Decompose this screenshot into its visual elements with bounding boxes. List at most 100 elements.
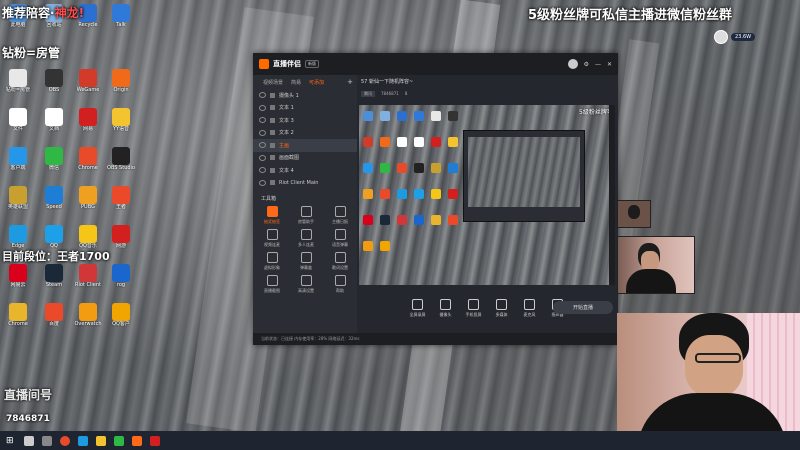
close-icon[interactable]: ✕ [607, 61, 612, 68]
desktop-icon[interactable]: Speed [40, 186, 68, 210]
tool-button[interactable]: 房管助手 [289, 206, 323, 225]
eye-icon[interactable] [259, 129, 266, 136]
eye-icon[interactable] [259, 117, 266, 124]
desktop-icon[interactable]: 英雄联盟 [4, 186, 32, 210]
app-icon [45, 225, 63, 243]
minimize-icon[interactable]: — [595, 61, 601, 68]
add-source-icon[interactable]: + [347, 78, 353, 86]
user-avatar[interactable] [567, 59, 578, 69]
source-item[interactable]: 文本 2 [253, 127, 357, 140]
desktop-icon[interactable]: 文件 [4, 108, 32, 132]
tool-button[interactable]: 主播日报 [323, 206, 357, 225]
desktop-icon[interactable]: 网易 [74, 108, 102, 132]
chrome-taskbar-icon[interactable] [59, 435, 70, 446]
desktop-icon[interactable]: Origin [107, 69, 135, 93]
desktop-icon[interactable]: Steam [40, 264, 68, 288]
tool-button[interactable]: 歌词设置 [323, 252, 357, 271]
eye-icon[interactable] [259, 179, 266, 186]
category-badge[interactable]: 腾讯 [361, 91, 375, 97]
desktop-icon[interactable]: Talk [107, 4, 135, 28]
desktop-icon-label: Chrome [78, 165, 98, 171]
desktop-icon[interactable]: 微信 [40, 147, 68, 171]
desktop-icon[interactable]: 钻粉=房管 [4, 69, 32, 93]
app-icon [45, 303, 63, 321]
wechat-taskbar-icon[interactable] [113, 435, 124, 446]
desktop-icon[interactable]: Chrome [74, 147, 102, 171]
source-item[interactable]: 摄像头 1 [253, 89, 357, 102]
eye-icon[interactable] [259, 92, 266, 99]
source-toolbar-button[interactable]: 多媒体 [488, 298, 516, 318]
live-app-taskbar-icon[interactable] [131, 435, 142, 446]
desktop-icon[interactable]: rog [107, 264, 135, 288]
source-item[interactable]: 画面截图 [253, 152, 357, 165]
tool-button[interactable]: 帮助 [323, 275, 357, 294]
tool-button[interactable]: 直播截图 [255, 275, 289, 294]
source-type-icon [270, 117, 275, 123]
desktop-icon[interactable]: QQ [40, 225, 68, 249]
desktop-icon[interactable]: WeGame [74, 69, 102, 93]
source-item[interactable]: Riot Client Main [253, 177, 357, 190]
desktop-icon-label: WeGame [76, 87, 100, 93]
source-item[interactable]: 文本 4 [253, 164, 357, 177]
live-companion-window[interactable]: 直播伴侣 新版 ⚙ — ✕ 视频场景 简易 可添加 + 摄像头 1 文本 1 文本 … [253, 53, 618, 345]
tab-add[interactable]: 可添加 [309, 79, 324, 86]
edge-taskbar-icon[interactable] [77, 435, 88, 446]
eye-icon[interactable] [259, 167, 266, 174]
eye-icon[interactable] [259, 104, 266, 111]
desktop-icon[interactable]: Riot Client [74, 264, 102, 288]
desktop-icon[interactable]: Edge [4, 225, 32, 249]
tool-button[interactable]: 弹幕盒 [289, 252, 323, 271]
settings-icon[interactable]: ⚙ [584, 61, 589, 68]
desktop-icon-label: Overwatch [74, 321, 102, 327]
eye-icon[interactable] [259, 154, 266, 161]
desktop-icon-label: 回收站 [46, 22, 62, 28]
preview-desktop-icon [448, 215, 458, 225]
source-item[interactable]: 文本 1 [253, 102, 357, 115]
source-toolbar-button[interactable]: 摄像头 [432, 298, 460, 318]
tool-button[interactable]: 视频连麦 [255, 229, 289, 248]
desktop-icon[interactable]: 王者 [107, 186, 135, 210]
folder-taskbar-icon[interactable] [95, 435, 106, 446]
source-item[interactable]: 文本 3 [253, 114, 357, 127]
windows-start-icon[interactable]: ⊞ [6, 436, 14, 446]
search-icon[interactable] [23, 435, 34, 446]
source-toolbar-button[interactable]: 全屏录屏 [404, 298, 432, 318]
tab-simple[interactable]: 简易 [291, 79, 301, 86]
tool-button[interactable]: 多人连麦 [289, 229, 323, 248]
start-live-button[interactable]: 开始直播 [553, 301, 613, 314]
desktop-icon[interactable]: YY语音 [107, 108, 135, 132]
desktop-icon[interactable]: PUBG [74, 186, 102, 210]
desktop-icon[interactable]: 网游 [107, 225, 135, 249]
app-icon [112, 264, 130, 282]
person-face [685, 335, 743, 397]
stream-preview[interactable]: 5级粉丝牌可私信主播进微信粉丝群 [359, 105, 615, 285]
app-icon [45, 69, 63, 87]
desktop-icon[interactable]: 网易云 [4, 264, 32, 288]
preview-desktop-icon [363, 241, 373, 251]
desktop-icon[interactable]: 百度 [40, 303, 68, 327]
desktop-icon-label: OBS Studio [107, 165, 135, 171]
tool-button[interactable]: 虚拟形象 [255, 252, 289, 271]
source-item[interactable]: 主画 [253, 139, 357, 152]
desktop-icon[interactable]: 文档 [40, 108, 68, 132]
source-toolbar-button[interactable]: 麦克风 [516, 298, 544, 318]
tool-button[interactable]: 高清设置 [289, 275, 323, 294]
eye-icon[interactable] [259, 142, 266, 149]
source-toolbar-button[interactable]: 手机投屏 [460, 298, 488, 318]
source-label: 摄像头 1 [279, 92, 299, 99]
nested-preview-window [463, 130, 585, 222]
source-type-icon [270, 180, 275, 186]
desktop-icon[interactable]: OBS [40, 69, 68, 93]
desktop-icon[interactable]: Overwatch [74, 303, 102, 327]
tab-scenes[interactable]: 视频场景 [263, 79, 283, 86]
desktop-icon[interactable]: QQ客户 [107, 303, 135, 327]
tool-button[interactable]: 语音弹幕 [323, 229, 357, 248]
task-view-icon[interactable] [41, 435, 52, 446]
desktop-icon[interactable]: OBS Studio [107, 147, 135, 171]
tool-button[interactable]: 抽奖抽签 [255, 206, 289, 225]
app-taskbar-icon[interactable] [149, 435, 160, 446]
desktop-icon[interactable]: Chrome [4, 303, 32, 327]
desktop-icon[interactable]: 客户端 [4, 147, 32, 171]
desktop-icon[interactable]: QQ音乐 [74, 225, 102, 249]
stream-title[interactable]: 57 斩仙一下随机阵容~ [361, 78, 413, 85]
